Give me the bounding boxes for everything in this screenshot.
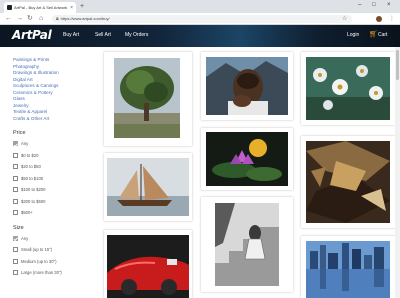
browser-tab-bar: ArtPal - Buy Art & Sell Artwork O... × +… bbox=[0, 0, 400, 13]
browser-toolbar: ← → ↻ ⌂ 🔒︎ https://www.artpal.com/buy/ ☆… bbox=[0, 13, 400, 25]
red-car-image[interactable] bbox=[107, 235, 189, 298]
artwork-card[interactable] bbox=[301, 52, 395, 125]
artwork-card[interactable] bbox=[104, 52, 192, 146]
price-option-200-500[interactable]: $200 to $500 bbox=[13, 196, 95, 208]
abstract-painting-image[interactable] bbox=[306, 141, 390, 223]
artwork-card[interactable] bbox=[104, 230, 192, 298]
reload-icon[interactable]: ↻ bbox=[27, 14, 33, 24]
close-window-button[interactable]: × bbox=[387, 1, 391, 10]
browser-tab[interactable]: ArtPal - Buy Art & Sell Artwork O... × bbox=[4, 2, 76, 13]
nav-sell-art[interactable]: Sell Art bbox=[95, 32, 111, 39]
price-any-checkbox[interactable] bbox=[13, 141, 18, 147]
size-option-label: Large (more than 30") bbox=[21, 270, 62, 276]
login-link[interactable]: Login bbox=[347, 32, 359, 39]
size-any-checkbox[interactable] bbox=[13, 235, 18, 241]
price-option-label: $20 to $50 bbox=[21, 164, 41, 170]
price-option-label: $0 to $20 bbox=[21, 152, 39, 158]
price-option-any[interactable]: Any bbox=[13, 138, 95, 150]
cart-link[interactable]: Cart bbox=[378, 32, 387, 39]
bookmark-star-icon[interactable]: ☆ bbox=[342, 15, 347, 23]
artwork-card[interactable] bbox=[201, 52, 293, 120]
nav-my-orders[interactable]: My Orders bbox=[125, 32, 148, 39]
price-500-plus-checkbox[interactable] bbox=[13, 210, 18, 216]
maximize-button[interactable]: □ bbox=[372, 1, 376, 10]
stairs-drawing-image[interactable] bbox=[215, 203, 279, 286]
price-option-label: $500+ bbox=[21, 210, 33, 216]
minimize-button[interactable]: – bbox=[358, 1, 361, 10]
profile-avatar[interactable] bbox=[376, 16, 382, 22]
artwork-card[interactable] bbox=[201, 128, 293, 190]
artpal-logo[interactable]: ArtPal bbox=[12, 28, 52, 43]
price-option-label: $200 to $500 bbox=[21, 198, 46, 204]
price-option-label: $100 to $200 bbox=[21, 187, 46, 193]
price-option-label: $50 to $100 bbox=[21, 175, 44, 181]
home-icon[interactable]: ⌂ bbox=[39, 14, 43, 24]
price-0-20-checkbox[interactable] bbox=[13, 152, 18, 158]
price-50-100-checkbox[interactable] bbox=[13, 175, 18, 181]
sailboat-image[interactable] bbox=[107, 158, 189, 216]
site-header: ArtPal Buy Art Sell Art My Orders Login … bbox=[0, 25, 400, 47]
lock-icon: 🔒︎ bbox=[56, 16, 59, 22]
size-option-medium[interactable]: Medium (up to 30") bbox=[13, 256, 95, 268]
forward-icon[interactable]: → bbox=[16, 14, 23, 24]
artwork-card[interactable] bbox=[301, 236, 395, 298]
tree-painting-image[interactable] bbox=[114, 58, 180, 138]
lotus-image[interactable] bbox=[206, 132, 288, 186]
size-option-label: Small (up to 15") bbox=[21, 247, 53, 253]
new-tab-button[interactable]: + bbox=[80, 2, 84, 11]
city-skyline-image[interactable] bbox=[306, 241, 390, 298]
price-option-20-50[interactable]: $20 to $50 bbox=[13, 161, 95, 173]
artwork-card[interactable] bbox=[104, 153, 192, 221]
cart-icon[interactable]: 🛒︎ bbox=[369, 31, 378, 39]
back-icon[interactable]: ← bbox=[5, 14, 12, 24]
size-small-checkbox[interactable] bbox=[13, 247, 18, 253]
size-large-checkbox[interactable] bbox=[13, 270, 18, 276]
artwork-card[interactable] bbox=[201, 197, 293, 292]
nav-buy-art[interactable]: Buy Art bbox=[63, 32, 79, 39]
price-20-50-checkbox[interactable] bbox=[13, 164, 18, 170]
size-option-small[interactable]: Small (up to 15") bbox=[13, 244, 95, 256]
price-filter-title: Price bbox=[13, 130, 26, 136]
price-option-50-100[interactable]: $50 to $100 bbox=[13, 173, 95, 185]
price-option-100-200[interactable]: $100 to $200 bbox=[13, 184, 95, 196]
portrait-image[interactable] bbox=[206, 57, 288, 115]
price-option-label: Any bbox=[21, 141, 29, 147]
size-option-label: Medium (up to 30") bbox=[21, 258, 57, 264]
menu-dots-icon[interactable]: ⋮ bbox=[389, 15, 395, 23]
page-scrollbar-thumb[interactable] bbox=[396, 50, 399, 80]
size-filter-title: Size bbox=[13, 224, 24, 231]
price-option-500-plus[interactable]: $500+ bbox=[13, 207, 95, 219]
price-200-500-checkbox[interactable] bbox=[13, 198, 18, 204]
price-option-0-20[interactable]: $0 to $20 bbox=[13, 150, 95, 162]
price-100-200-checkbox[interactable] bbox=[13, 187, 18, 193]
size-medium-checkbox[interactable] bbox=[13, 258, 18, 264]
address-url[interactable]: https://www.artpal.com/buy/ bbox=[61, 15, 110, 23]
category-crafts-other[interactable]: Crafts & Other Art bbox=[13, 116, 95, 123]
page-scrollbar[interactable] bbox=[395, 47, 400, 298]
tab-title: ArtPal - Buy Art & Sell Artwork O... bbox=[14, 5, 68, 10]
tab-close-icon[interactable]: × bbox=[70, 5, 73, 11]
white-flowers-image[interactable] bbox=[306, 57, 390, 120]
size-option-any[interactable]: Any bbox=[13, 233, 95, 245]
artpal-favicon-icon bbox=[7, 5, 12, 10]
size-option-label: Any bbox=[21, 235, 29, 241]
filter-sidebar: Paintings & Prints Photography Drawings … bbox=[13, 57, 95, 279]
artwork-card[interactable] bbox=[301, 136, 395, 228]
address-bar[interactable]: 🔒︎ https://www.artpal.com/buy/ bbox=[52, 15, 352, 23]
size-option-large[interactable]: Large (more than 30") bbox=[13, 267, 95, 279]
